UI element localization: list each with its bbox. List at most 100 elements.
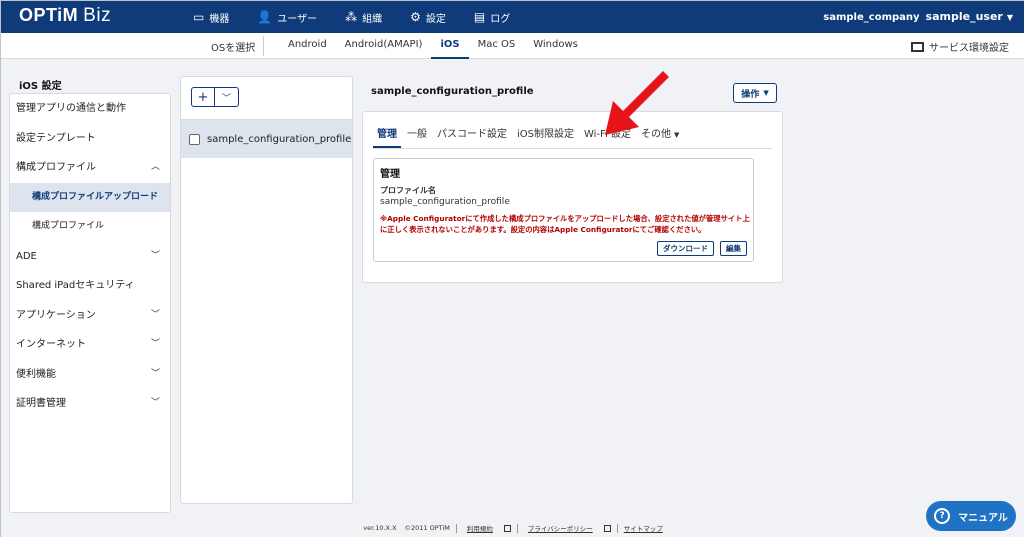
sidebar-item-label: 構成プロファイル <box>32 221 105 231</box>
service-settings-label: サービス環境設定 <box>929 43 1009 54</box>
os-selection-bar: OSを選択 Android Android(AMAPI) iOS Mac OS … <box>1 33 1024 59</box>
list-item-label: sample_configuration_profile <box>207 133 352 145</box>
terms-label: 利用規約 <box>466 525 493 533</box>
edit-button[interactable]: 編集 <box>720 241 747 256</box>
nav-organization[interactable]: ⁂ 組織 <box>333 1 394 33</box>
red-arrow-annotation <box>605 71 669 135</box>
version-text: ver.10.X.X <box>363 524 397 532</box>
sidebar-item-label: ADE <box>16 250 37 262</box>
nav-settings[interactable]: ⚙ 設定 <box>398 1 458 33</box>
list-item[interactable]: sample_configuration_profile <box>181 120 352 158</box>
profile-name-label: プロファイル名 <box>380 186 436 195</box>
sidebar-item-label: アプリケーション <box>16 309 96 321</box>
service-settings-link[interactable]: サービス環境設定 <box>911 39 1009 54</box>
main-content: iOS 設定 管理アプリの通信と動作 設定テンプレート 構成プロファイル ︿ 構成… <box>1 59 1024 537</box>
user-name: sample_user <box>925 10 1003 23</box>
nav-users[interactable]: 👤 ユーザー <box>245 1 329 33</box>
nav-label: ユーザー <box>277 13 318 25</box>
sitemap-link[interactable]: サイトマップ <box>624 523 663 533</box>
tab-management[interactable]: 管理 <box>373 122 401 148</box>
log-icon: ▤ <box>473 10 486 24</box>
org-icon: ⁂ <box>345 10 358 24</box>
os-tabs: Android Android(AMAPI) iOS Mac OS Window… <box>279 33 587 59</box>
gear-icon: ⚙ <box>410 10 421 24</box>
add-button[interactable]: + <box>191 87 215 107</box>
section-heading: 管理 <box>380 169 400 180</box>
tab-ios[interactable]: iOS <box>431 33 469 59</box>
sidebar-title: iOS 設定 <box>19 81 62 92</box>
section-actions: ダウンロード 編集 <box>651 241 747 256</box>
manual-label: マニュアル <box>958 512 1008 524</box>
sidebar-item-config-profile[interactable]: 構成プロファイル <box>10 212 170 242</box>
profile-name-value: sample_configuration_profile <box>380 197 510 207</box>
profile-detail-card: 管理 一般 パスコード設定 iOS制限設定 Wi-Fi 設定 その他 ▼ 管理 プ… <box>362 111 783 283</box>
divider <box>516 523 518 533</box>
sidebar-item-app-communication[interactable]: 管理アプリの通信と動作 <box>10 94 170 124</box>
tab-general[interactable]: 一般 <box>403 122 431 148</box>
sidebar-item-config-profile-upload[interactable]: 構成プロファイルアップロード <box>10 182 170 212</box>
nav-devices[interactable]: ▭ 機器 <box>181 1 241 33</box>
terms-link[interactable]: 利用規約 <box>463 523 497 533</box>
manual-button[interactable]: ? マニュアル <box>926 501 1016 531</box>
add-dropdown-button[interactable]: ﹀ <box>215 87 239 107</box>
sidebar-item-label: 設定テンプレート <box>16 132 96 144</box>
tab-passcode[interactable]: パスコード設定 <box>433 122 511 148</box>
sidebar-item-template[interactable]: 設定テンプレート <box>10 124 170 154</box>
sidebar-item-utilities[interactable]: 便利機能 ﹀ <box>10 360 170 390</box>
sidebar-item-label: 便利機能 <box>16 368 56 380</box>
sidebar-item-label: インターネット <box>16 339 86 350</box>
tab-android[interactable]: Android <box>279 33 336 59</box>
sidebar-item-ade[interactable]: ADE ﹀ <box>10 242 170 272</box>
nav-logs[interactable]: ▤ ログ <box>462 1 522 33</box>
tab-windows[interactable]: Windows <box>524 33 587 59</box>
sidebar-item-certificates[interactable]: 証明書管理 ﹀ <box>10 389 170 419</box>
tab-ios-restrictions[interactable]: iOS制限設定 <box>513 122 578 148</box>
add-button-group: + ﹀ <box>191 87 239 107</box>
sidebar-item-applications[interactable]: アプリケーション ﹀ <box>10 301 170 331</box>
external-link-icon <box>503 524 511 532</box>
nav-label: ログ <box>490 13 511 25</box>
list-item-checkbox[interactable] <box>189 133 200 145</box>
divider <box>263 36 264 56</box>
company-name: sample_company <box>823 12 920 23</box>
download-button[interactable]: ダウンロード <box>657 241 714 256</box>
logo-suffix: Biz <box>83 5 112 26</box>
chevron-down-icon: ﹀ <box>150 368 160 379</box>
caret-down-icon: ▼ <box>763 89 769 97</box>
operation-button[interactable]: 操作 ▼ <box>733 83 777 103</box>
user-icon: 👤 <box>257 10 273 24</box>
sidebar-item-label: 管理アプリの通信と動作 <box>16 103 126 114</box>
operation-label: 操作 <box>741 89 760 100</box>
chevron-down-icon: ﹀ <box>150 339 160 349</box>
sidebar-item-label: 構成プロファイル <box>16 162 96 173</box>
copyright-text: ©2011 OPTiM <box>404 524 450 532</box>
privacy-label: プライバシーポリシー <box>527 525 593 533</box>
footer: ver.10.X.X ©2011 OPTiM 利用規約 プライバシーポリシー サ… <box>1 523 1024 533</box>
top-navigation-bar: OPTiM Biz ▭ 機器 👤 ユーザー ⁂ 組織 ⚙ 設定 ▤ ログ sample_co… <box>1 1 1024 33</box>
nav-label: 設定 <box>425 13 446 25</box>
sidebar-item-shared-ipad[interactable]: Shared iPadセキュリティ <box>10 271 170 301</box>
nav-label: 機器 <box>209 13 230 25</box>
main-nav: ▭ 機器 👤 ユーザー ⁂ 組織 ⚙ 設定 ▤ ログ <box>181 1 526 33</box>
account-menu[interactable]: sample_company sample_user ▼ <box>823 10 1013 23</box>
tab-macos[interactable]: Mac OS <box>469 33 525 59</box>
nav-label: 組織 <box>362 13 383 25</box>
sidebar-item-config-profile-group[interactable]: 構成プロファイル ︿ <box>10 153 170 183</box>
management-section: 管理 プロファイル名 sample_configuration_profile … <box>373 158 754 262</box>
divider <box>616 523 618 533</box>
sidebar-item-label: 証明書管理 <box>16 398 66 409</box>
privacy-link[interactable]: プライバシーポリシー <box>524 523 597 533</box>
chevron-down-icon: ▼ <box>1006 13 1013 22</box>
warning-note: ※Apple Configuratorにて作成した構成プロファイルをアップロード… <box>380 214 750 234</box>
chevron-down-icon: ﹀ <box>150 250 160 261</box>
sidebar-item-internet[interactable]: インターネット ﹀ <box>10 330 170 360</box>
device-icon: ▭ <box>193 10 205 24</box>
tab-android-amapi[interactable]: Android(AMAPI) <box>336 33 432 59</box>
chevron-up-icon: ︿ <box>150 162 160 172</box>
monitor-icon <box>911 41 924 52</box>
sidebar: 管理アプリの通信と動作 設定テンプレート 構成プロファイル ︿ 構成プロファイルア… <box>9 93 171 513</box>
optim-biz-logo[interactable]: OPTiM Biz <box>19 5 111 27</box>
help-icon: ? <box>934 508 951 524</box>
logo-text: OPTiM <box>19 5 79 25</box>
divider <box>455 523 457 533</box>
